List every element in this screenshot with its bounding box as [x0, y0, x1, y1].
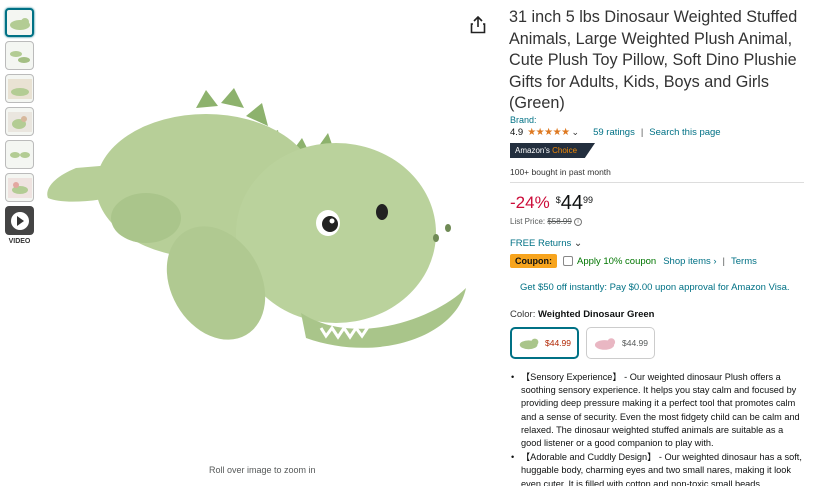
color-option-green[interactable]: $44.99 — [510, 327, 579, 359]
dino-thumb-icon — [7, 177, 32, 198]
video-label: VIDEO — [8, 238, 31, 245]
amazons-choice-badge: Amazon's Choice — [510, 143, 596, 158]
rating-value: 4.9 — [510, 127, 524, 138]
play-icon — [10, 211, 29, 230]
dino-thumb-icon — [7, 111, 32, 132]
price-whole: 44 — [560, 192, 583, 214]
zoom-hint: Roll over image to zoom in — [209, 465, 316, 475]
chevron-down-icon[interactable]: ⌄ — [572, 127, 580, 138]
thumbnail-6[interactable] — [5, 173, 34, 202]
feature-bullet: 【Sensory Experience】 - Our weighted dino… — [511, 371, 804, 450]
thumbnail-strip: VIDEO — [5, 8, 35, 245]
search-page-link[interactable]: Search this page — [649, 127, 720, 138]
terms-link[interactable]: Terms — [731, 256, 757, 267]
thumbnail-3[interactable] — [5, 74, 34, 103]
badge-prefix: Amazon's — [515, 146, 550, 155]
list-price-value: $58.99 — [547, 217, 572, 226]
free-returns-link[interactable]: FREE Returns ⌄ — [510, 238, 582, 249]
ratings-count-link[interactable]: 59 ratings — [593, 127, 635, 138]
visa-offer-link[interactable]: Get $50 off instantly: Pay $0.00 upon ap… — [520, 282, 790, 293]
brand-label[interactable]: Brand: — [510, 115, 537, 125]
feature-bullets: 【Sensory Experience】 - Our weighted dino… — [511, 371, 804, 486]
bought-past-month: 100+ bought in past month — [510, 167, 611, 177]
price-fraction: 99 — [582, 195, 593, 205]
star-rating-icon[interactable]: ★★★★★ — [527, 127, 570, 138]
dino-thumb-icon — [9, 151, 30, 158]
thumbnail-5[interactable] — [5, 140, 34, 169]
rating-row: 4.9 ★★★★★ ⌄ 59 ratings | Search this pag… — [510, 127, 721, 138]
thumbnail-2[interactable] — [5, 41, 34, 70]
list-price-label: List Price: — [510, 217, 546, 226]
separator: | — [640, 127, 644, 138]
video-thumbnail[interactable] — [5, 206, 34, 235]
color-value: Weighted Dinosaur Green — [537, 309, 655, 320]
share-icon[interactable] — [470, 16, 486, 34]
divider — [510, 182, 804, 183]
color-label-text: Color: — [510, 309, 536, 320]
coupon-badge: Coupon: — [510, 254, 557, 268]
thumbnail-4[interactable] — [5, 107, 34, 136]
list-price: List Price: $58.99 i — [510, 217, 583, 226]
shop-items-link[interactable]: Shop items › — [663, 256, 716, 267]
swatch-price: $44.99 — [622, 338, 648, 348]
main-product-image[interactable] — [36, 88, 496, 388]
color-option-pink[interactable]: $44.99 — [586, 327, 655, 359]
product-title: 31 inch 5 lbs Dinosaur Weighted Stuffed … — [509, 8, 798, 112]
swatch-price: $44.99 — [545, 338, 571, 348]
dino-swatch-icon — [594, 338, 616, 350]
discount-percent: -24% — [510, 193, 550, 212]
thumbnail-1[interactable] — [5, 8, 34, 37]
dino-thumb-icon — [9, 50, 30, 63]
color-label: Color: Weighted Dinosaur Green — [510, 309, 654, 320]
badge-suffix: Choice — [552, 146, 578, 155]
coupon-row: Coupon: Apply 10% coupon Shop items › | … — [510, 254, 757, 268]
dino-thumb-icon — [9, 17, 30, 30]
apply-coupon-label[interactable]: Apply 10% coupon — [577, 256, 656, 267]
price-row: -24% $ 44 99 — [510, 192, 593, 214]
feature-bullet: 【Adorable and Cuddly Design】 - Our weigh… — [511, 451, 804, 486]
coupon-checkbox[interactable] — [562, 256, 573, 266]
free-returns-label: FREE Returns — [510, 238, 572, 249]
dino-swatch-icon — [519, 338, 539, 350]
chevron-down-icon: ⌄ — [573, 238, 583, 249]
dino-thumb-icon — [7, 78, 32, 99]
info-icon[interactable]: i — [574, 217, 583, 226]
separator: | — [722, 255, 726, 267]
